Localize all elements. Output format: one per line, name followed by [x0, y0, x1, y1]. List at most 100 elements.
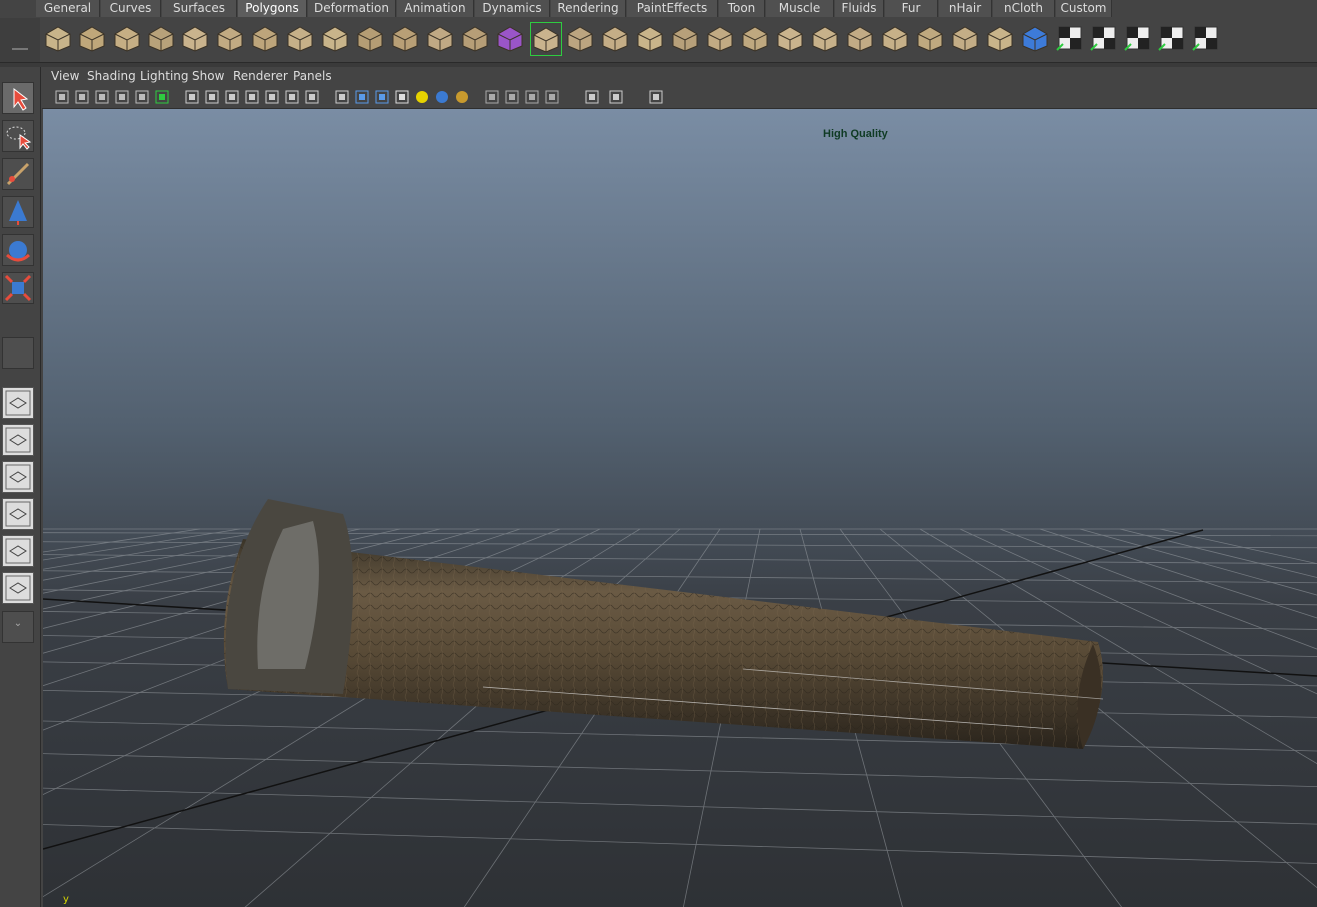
- wireframe-on-shaded-icon[interactable]: [374, 89, 390, 105]
- tab-dynamics[interactable]: Dynamics: [475, 0, 550, 17]
- use-all-lights-icon[interactable]: [414, 89, 430, 105]
- bookmark-icon[interactable]: [74, 89, 90, 105]
- combine-icon[interactable]: [390, 22, 420, 54]
- gate-mask-icon[interactable]: [244, 89, 260, 105]
- hypershade-persp-layout-icon[interactable]: [2, 535, 34, 567]
- triangulate-icon[interactable]: [950, 22, 980, 54]
- rotate-tool-icon[interactable]: [2, 234, 34, 266]
- last-tool-slot[interactable]: [2, 337, 34, 369]
- wedge-icon[interactable]: [740, 22, 770, 54]
- bevel-icon[interactable]: [635, 22, 665, 54]
- separate-icon[interactable]: [355, 22, 385, 54]
- textured-icon[interactable]: [394, 89, 410, 105]
- insert-edge-loop-icon[interactable]: [810, 22, 840, 54]
- cube-icon[interactable]: [77, 22, 107, 54]
- menu-panels[interactable]: Panels: [293, 69, 332, 83]
- shelf-options[interactable]: [0, 18, 40, 72]
- isolate-select-icon[interactable]: [544, 89, 560, 105]
- extrude-edge-icon[interactable]: [705, 22, 735, 54]
- tab-surfaces[interactable]: Surfaces: [162, 0, 237, 17]
- menu-view[interactable]: View: [51, 69, 79, 83]
- bridge-icon[interactable]: [670, 22, 700, 54]
- single-pane-layout-icon[interactable]: [2, 387, 34, 419]
- film-gate-icon[interactable]: [204, 89, 220, 105]
- safe-action-icon[interactable]: [284, 89, 300, 105]
- field-chart-icon[interactable]: [264, 89, 280, 105]
- tab-general[interactable]: General: [36, 0, 100, 17]
- cylinder-icon[interactable]: [112, 22, 142, 54]
- tab-nhair[interactable]: nHair: [939, 0, 992, 17]
- poly-cube-icon[interactable]: [495, 22, 525, 54]
- move-tool-icon[interactable]: [2, 196, 34, 228]
- anti-alias-icon[interactable]: [524, 89, 540, 105]
- grease-pencil-icon[interactable]: [134, 89, 150, 105]
- perspective-viewport[interactable]: High Quality y: [43, 109, 1317, 907]
- outliner-persp-layout-icon[interactable]: [2, 461, 34, 493]
- paint-select-icon[interactable]: [2, 158, 34, 190]
- pyramid-icon[interactable]: [250, 22, 280, 54]
- tab-animation[interactable]: Animation: [397, 0, 474, 17]
- tab-custom[interactable]: Custom: [1056, 0, 1112, 17]
- shadows-icon[interactable]: [434, 89, 450, 105]
- lasso-tool-icon[interactable]: [2, 120, 34, 152]
- select-tool-icon[interactable]: [2, 82, 34, 114]
- graph-persp-layout-icon[interactable]: [2, 498, 34, 530]
- torus-icon[interactable]: [215, 22, 245, 54]
- uv-cylindrical-icon[interactable]: [1089, 22, 1119, 54]
- tab-toon[interactable]: Toon: [719, 0, 765, 17]
- safe-title-icon[interactable]: [304, 89, 320, 105]
- tapered-cylinder-mesh[interactable]: [223, 499, 1103, 749]
- menu-lighting[interactable]: Lighting: [140, 69, 189, 83]
- soccer-ball-icon[interactable]: [320, 22, 350, 54]
- menu-shading[interactable]: Shading: [87, 69, 136, 83]
- scale-tool-icon[interactable]: [2, 272, 34, 304]
- grid-icon[interactable]: [184, 89, 200, 105]
- cone-icon[interactable]: [146, 22, 176, 54]
- screen-ambient-icon[interactable]: [454, 89, 470, 105]
- tab-polygons[interactable]: Polygons: [238, 0, 307, 17]
- menu-renderer[interactable]: Renderer: [233, 69, 288, 83]
- tab-fluids[interactable]: Fluids: [835, 0, 884, 17]
- uv-checker-icon[interactable]: [1191, 22, 1221, 54]
- tab-painteffects[interactable]: PaintEffects: [627, 0, 718, 17]
- sphere-icon[interactable]: [43, 22, 73, 54]
- resolution-gate-icon[interactable]: [224, 89, 240, 105]
- camera-attr-icon[interactable]: [54, 89, 70, 105]
- split-polygon-icon[interactable]: [775, 22, 805, 54]
- tab-rendering[interactable]: Rendering: [551, 0, 626, 17]
- xray-joints-icon[interactable]: [608, 89, 624, 105]
- merge-vertex-icon[interactable]: [600, 22, 630, 54]
- uv-planar-icon[interactable]: [1055, 22, 1085, 54]
- tab-fur[interactable]: Fur: [885, 0, 938, 17]
- outliner-graph-layout-icon[interactable]: [2, 572, 34, 604]
- depth-of-field-icon[interactable]: [484, 89, 500, 105]
- hud-icon[interactable]: [154, 89, 170, 105]
- offset-loop-icon[interactable]: [845, 22, 875, 54]
- smooth-shade-icon[interactable]: [354, 89, 370, 105]
- reduce-icon[interactable]: [460, 22, 490, 54]
- smooth-icon[interactable]: [425, 22, 455, 54]
- tab-muscle[interactable]: Muscle: [766, 0, 834, 17]
- tab-deformation[interactable]: Deformation: [308, 0, 396, 17]
- shelf-menu-icon[interactable]: [12, 48, 28, 60]
- extrude-face-icon[interactable]: [565, 22, 595, 54]
- plane-icon[interactable]: [180, 22, 210, 54]
- append-icon[interactable]: [915, 22, 945, 54]
- quadrangulate-icon[interactable]: [985, 22, 1015, 54]
- backface-cull-icon[interactable]: [648, 89, 664, 105]
- 2d-pan-icon[interactable]: [114, 89, 130, 105]
- slide-edge-icon[interactable]: [880, 22, 910, 54]
- image-plane-icon[interactable]: [94, 89, 110, 105]
- mirror-icon[interactable]: [530, 22, 562, 56]
- tab-ncloth[interactable]: nCloth: [993, 0, 1055, 17]
- sculpt-icon[interactable]: [1020, 22, 1050, 54]
- four-pane-layout-icon[interactable]: [2, 424, 34, 456]
- menu-show[interactable]: Show: [192, 69, 224, 83]
- motion-blur-icon[interactable]: [504, 89, 520, 105]
- uv-spherical-icon[interactable]: [1123, 22, 1153, 54]
- tab-curves[interactable]: Curves: [101, 0, 161, 17]
- uv-automatic-icon[interactable]: [1157, 22, 1187, 54]
- more-layouts-button[interactable]: ⌄: [2, 611, 34, 643]
- wireframe-icon[interactable]: [334, 89, 350, 105]
- xray-icon[interactable]: [584, 89, 600, 105]
